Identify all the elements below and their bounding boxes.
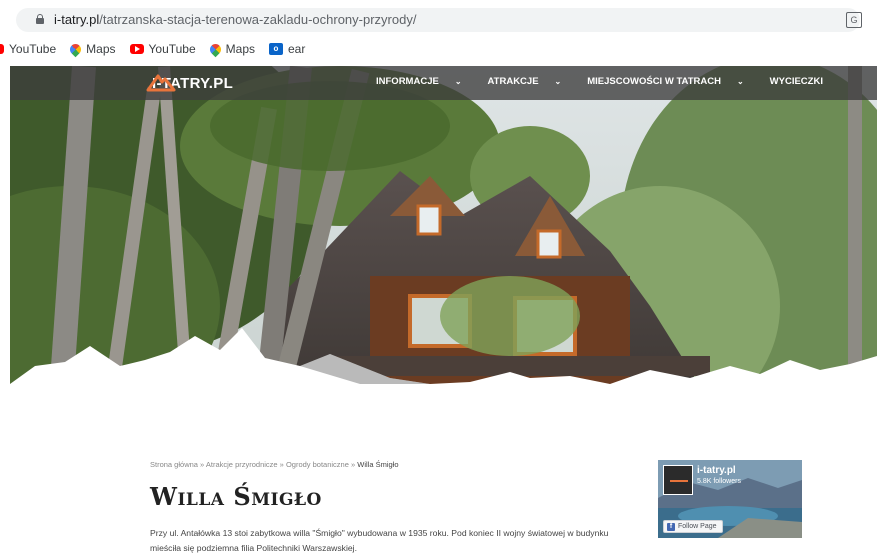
address-bar[interactable]: i-tatry.pl/tatrzanska-stacja-terenowa-za…: [16, 8, 862, 32]
hero-photo-villa: [10, 66, 877, 410]
site-logo[interactable]: I-TATRY.PL: [146, 72, 233, 94]
lock-icon[interactable]: [36, 14, 44, 24]
main-nav: INFORMACJE ⌄ ATRAKCJE ⌄ MIEJSCOWOŚCI W TAT…: [376, 76, 849, 87]
mountain-logo-icon: [146, 74, 176, 92]
youtube-icon: [129, 44, 144, 54]
chevron-down-icon: ⌄: [454, 77, 462, 86]
fb-followers: 5.8K followers: [697, 478, 741, 485]
breadcrumb-link-home[interactable]: Strona główna: [150, 460, 198, 469]
breadcrumb-current: Willa Śmigło: [357, 460, 399, 469]
bookmark-youtube-2[interactable]: YouTube: [129, 42, 196, 56]
breadcrumb-link-atrakcje[interactable]: Atrakcje przyrodnicze: [206, 460, 278, 469]
facebook-icon: f: [667, 522, 675, 531]
page-title: Willa Śmigło: [150, 482, 322, 511]
chevron-down-icon: ⌄: [554, 77, 562, 86]
follow-page-button[interactable]: f Follow Page: [663, 520, 723, 533]
article-intro: Przy ul. Antałówka 13 stoi zabytkowa wil…: [150, 528, 609, 553]
fb-page-avatar: [663, 465, 693, 495]
url-text[interactable]: i-tatry.pl/tatrzanska-stacja-terenowa-za…: [54, 12, 416, 27]
bookmark-youtube-1[interactable]: YouTube: [0, 42, 56, 56]
site-navbar: I-TATRY.PL INFORMACJE ⌄ ATRAKCJE ⌄ MIEJSCO…: [10, 66, 877, 100]
nav-item-miejscowosci[interactable]: MIEJSCOWOŚCI W TATRACH ⌄: [587, 76, 756, 87]
maps-pin-icon: [67, 41, 84, 57]
translate-icon[interactable]: G: [846, 12, 862, 28]
youtube-icon: [0, 44, 4, 54]
bookmark-maps-2[interactable]: Maps: [207, 41, 255, 57]
browser-toolbar: i-tatry.pl/tatrzanska-stacja-terenowa-za…: [0, 0, 877, 34]
nav-item-informacje[interactable]: INFORMACJE ⌄: [376, 76, 475, 87]
chevron-down-icon: ⌄: [736, 77, 744, 86]
nav-item-atrakcje[interactable]: ATRAKCJE ⌄: [488, 76, 575, 87]
bookmark-ear[interactable]: o ear: [269, 42, 305, 56]
bookmark-maps-1[interactable]: Maps: [67, 41, 116, 57]
outlook-icon: o: [269, 43, 283, 55]
breadcrumb: Strona główna » Atrakcje przyrodnicze » …: [150, 460, 399, 469]
facebook-page-widget[interactable]: i-tatry.pl 5.8K followers f Follow Page: [658, 460, 802, 538]
nav-item-wycieczki[interactable]: WYCIECZKI: [770, 76, 836, 87]
hero-image: I-TATRY.PL INFORMACJE ⌄ ATRAKCJE ⌄ MIEJSCO…: [10, 66, 877, 410]
fb-page-name[interactable]: i-tatry.pl: [697, 465, 736, 476]
breadcrumb-link-ogrody[interactable]: Ogrody botaniczne: [286, 460, 349, 469]
bookmarks-bar: YouTube Maps YouTube Maps o ear: [0, 38, 877, 60]
maps-pin-icon: [207, 41, 223, 57]
